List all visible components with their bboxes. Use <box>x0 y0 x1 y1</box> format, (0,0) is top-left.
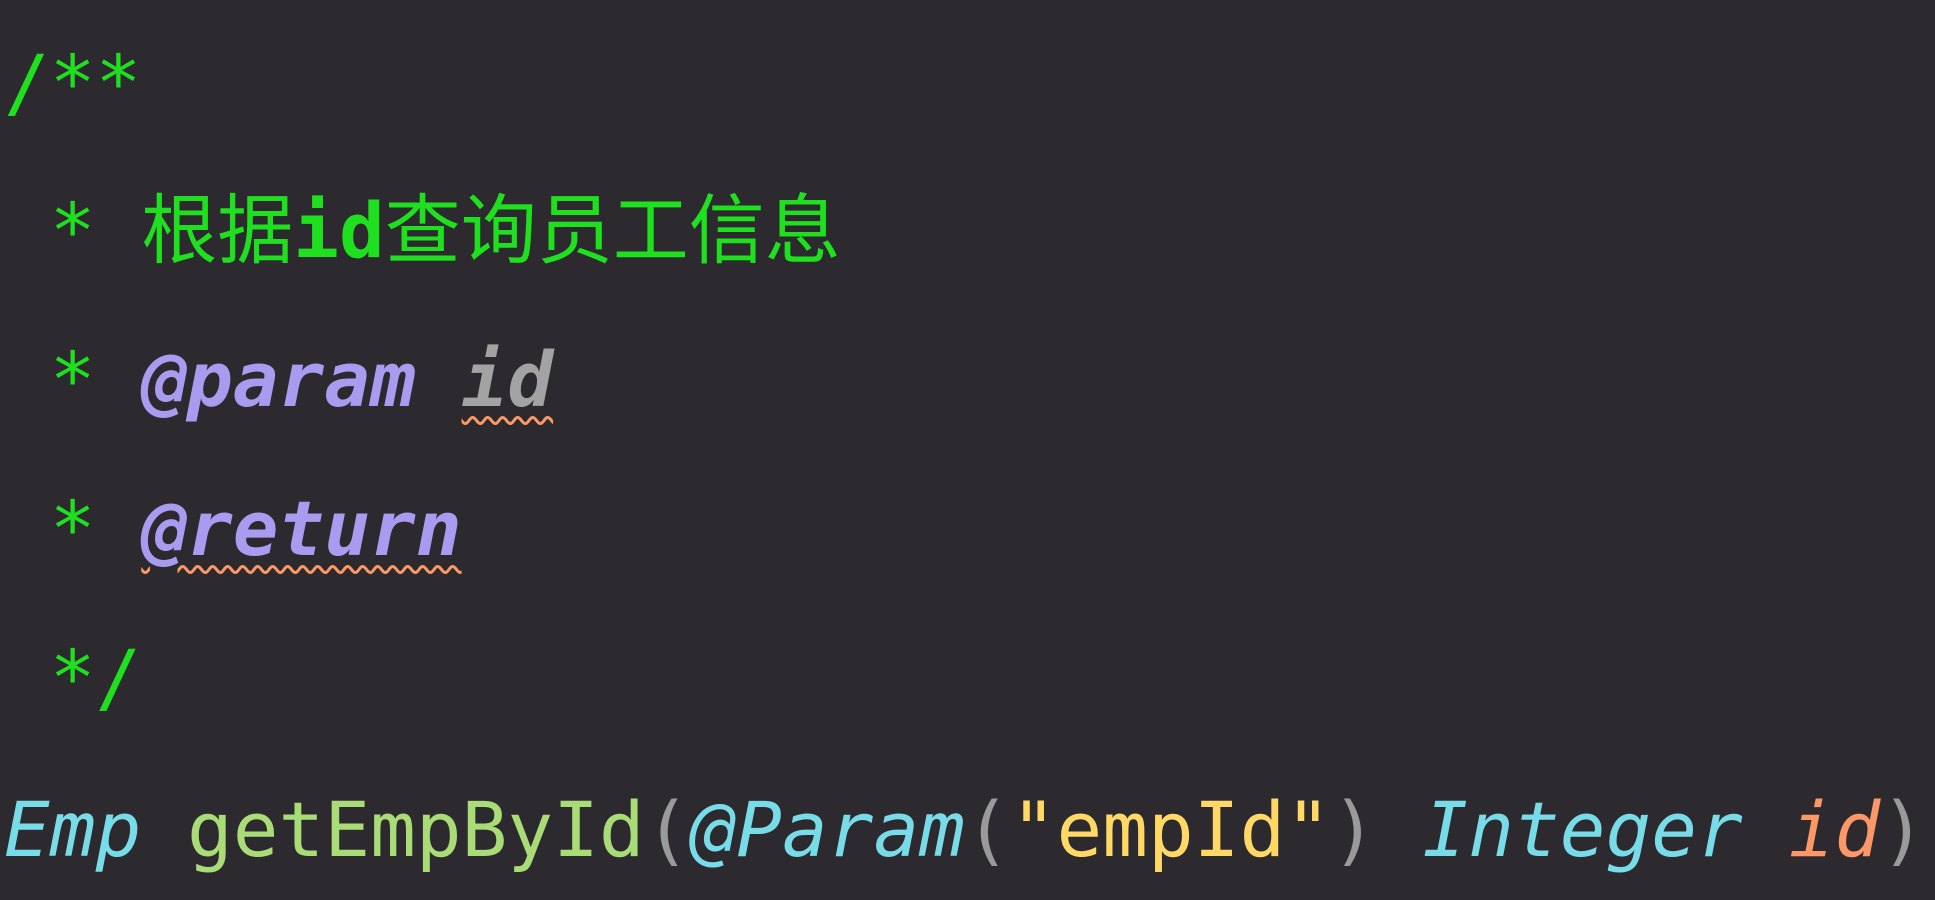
annotation-string-value: "empId" <box>1010 785 1331 874</box>
javadoc-param-name[interactable]: id <box>462 342 554 418</box>
code-line-1[interactable]: /** <box>4 28 141 138</box>
param-type: Integer <box>1422 785 1743 874</box>
annotation-paren-open: ( <box>964 785 1011 874</box>
code-line-5[interactable]: */ <box>4 623 142 733</box>
method-name: getEmpById <box>187 785 645 874</box>
comment-description-part2: 查询员工信息 <box>384 186 841 275</box>
return-type: Emp <box>4 785 142 874</box>
code-line-6[interactable]: Emp getEmpById(@Param("empId") Integer i… <box>4 775 1935 885</box>
comment-star: * <box>4 186 142 275</box>
code-editor[interactable]: /** * 根据 id 查询员工信息 * @param id * @return *… <box>0 0 1935 900</box>
comment-star: * <box>4 335 142 424</box>
comment-description-id: id <box>293 186 385 275</box>
semicolon: ; <box>1926 792 1935 868</box>
paren-open: ( <box>644 785 691 874</box>
param-annotation: @Param <box>690 785 965 874</box>
paren-close: ) <box>1880 785 1926 874</box>
annotation-paren-close: ) <box>1330 785 1377 874</box>
code-line-3[interactable]: * @param id <box>4 325 553 435</box>
param-name: id <box>1788 785 1881 874</box>
comment-close: */ <box>4 633 142 722</box>
code-line-2[interactable]: * 根据 id 查询员工信息 <box>4 176 841 286</box>
comment-star: * <box>4 484 142 573</box>
javadoc-return-tag[interactable]: @return <box>141 491 461 567</box>
comment-description-part1: 根据 <box>141 186 294 275</box>
comment-open: /** <box>4 38 142 127</box>
code-line-4[interactable]: * @return <box>4 474 462 584</box>
javadoc-param-tag: @param <box>141 335 416 424</box>
